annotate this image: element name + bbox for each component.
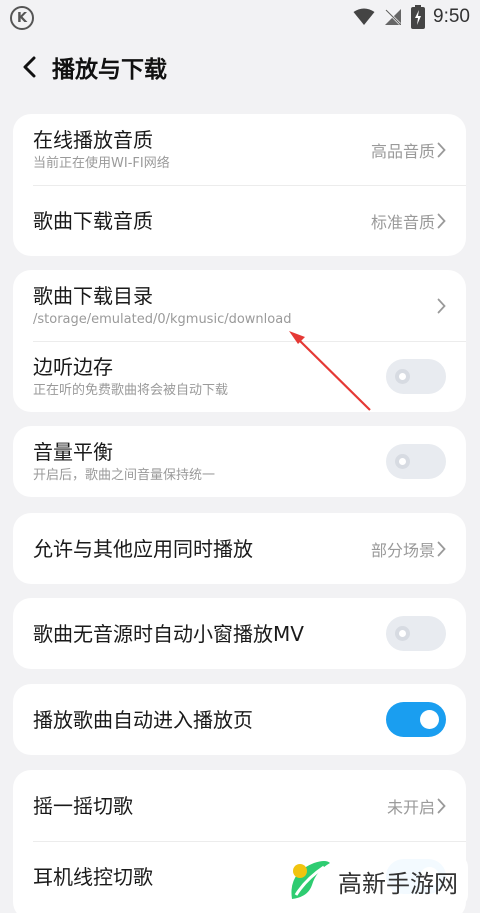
setting-row-volume-balance: 音量平衡 开启后，歌曲之间音量保持统一 <box>13 426 466 497</box>
chevron-right-icon <box>437 541 446 557</box>
setting-subtitle: 正在听的免费歌曲将会被自动下载 <box>33 382 229 398</box>
setting-value: 未开启 <box>386 797 435 817</box>
setting-title: 播放歌曲自动进入播放页 <box>33 707 253 732</box>
setting-row-download-quality[interactable]: 歌曲下载音质 标准音质 <box>13 185 466 256</box>
auto-playpage-toggle[interactable] <box>386 702 446 737</box>
volume-balance-toggle[interactable] <box>386 444 446 479</box>
chevron-right-icon <box>437 798 446 814</box>
setting-title: 音量平衡 <box>33 439 113 464</box>
setting-value: 标准音质 <box>370 212 435 232</box>
setting-title: 摇一摇切歌 <box>33 793 133 818</box>
chevron-left-icon <box>23 56 36 78</box>
back-button[interactable] <box>10 47 50 87</box>
settings-group-download: 歌曲下载目录 /storage/emulated/0/kgmusic/downl… <box>13 270 466 412</box>
header: 播放与下载 <box>0 44 480 90</box>
chevron-right-icon <box>437 298 446 314</box>
setting-subtitle: 开启后，歌曲之间音量保持统一 <box>33 467 216 483</box>
app-badge-icon: K <box>10 6 34 30</box>
battery-charging-icon <box>411 5 426 29</box>
settings-group-quality: 在线播放音质 当前正在使用WI-FI网络 高品音质 歌曲下载音质 标准音质 <box>13 114 466 256</box>
watermark: 高新手游网 <box>280 855 468 907</box>
setting-row-download-dir[interactable]: 歌曲下载目录 /storage/emulated/0/kgmusic/downl… <box>13 270 466 341</box>
chevron-right-icon <box>437 142 446 158</box>
wifi-icon <box>353 8 375 25</box>
setting-title: 歌曲下载音质 <box>33 208 153 233</box>
setting-value: 高品音质 <box>370 141 435 161</box>
setting-row-concurrent-play[interactable]: 允许与其他应用同时播放 部分场景 <box>13 513 466 584</box>
status-time: 9:50 <box>433 6 470 27</box>
setting-title: 在线播放音质 <box>33 127 153 152</box>
setting-row-shake[interactable]: 摇一摇切歌 未开启 <box>13 770 466 841</box>
setting-title: 允许与其他应用同时播放 <box>33 536 253 561</box>
setting-row-listen-save: 边听边存 正在听的免费歌曲将会被自动下载 <box>13 341 466 412</box>
setting-title: 歌曲无音源时自动小窗播放MV <box>33 621 304 646</box>
setting-title: 歌曲下载目录 <box>33 283 153 308</box>
status-bar: K 9:50 <box>0 0 480 36</box>
settings-group-volume: 音量平衡 开启后，歌曲之间音量保持统一 <box>13 426 466 497</box>
setting-row-online-quality[interactable]: 在线播放音质 当前正在使用WI-FI网络 高品音质 <box>13 114 466 185</box>
settings-group-concurrent: 允许与其他应用同时播放 部分场景 <box>13 513 466 584</box>
status-icons: 9:50 <box>353 5 470 29</box>
watermark-text: 高新手游网 <box>338 869 458 898</box>
setting-subtitle: 当前正在使用WI-FI网络 <box>33 155 170 171</box>
chevron-right-icon <box>437 213 446 229</box>
settings-group-mv: 歌曲无音源时自动小窗播放MV <box>13 598 466 669</box>
signal-muted-icon <box>385 9 402 25</box>
setting-row-auto-mv: 歌曲无音源时自动小窗播放MV <box>13 598 466 669</box>
leaf-logo-icon <box>291 861 330 899</box>
page-title: 播放与下载 <box>52 57 167 83</box>
auto-mv-toggle[interactable] <box>386 616 446 651</box>
setting-row-auto-playpage: 播放歌曲自动进入播放页 <box>13 684 466 755</box>
listen-save-toggle[interactable] <box>386 359 446 394</box>
setting-title: 边听边存 <box>33 354 113 379</box>
setting-subtitle: /storage/emulated/0/kgmusic/download <box>33 311 292 327</box>
setting-value: 部分场景 <box>370 540 435 560</box>
settings-group-playpage: 播放歌曲自动进入播放页 <box>13 684 466 755</box>
